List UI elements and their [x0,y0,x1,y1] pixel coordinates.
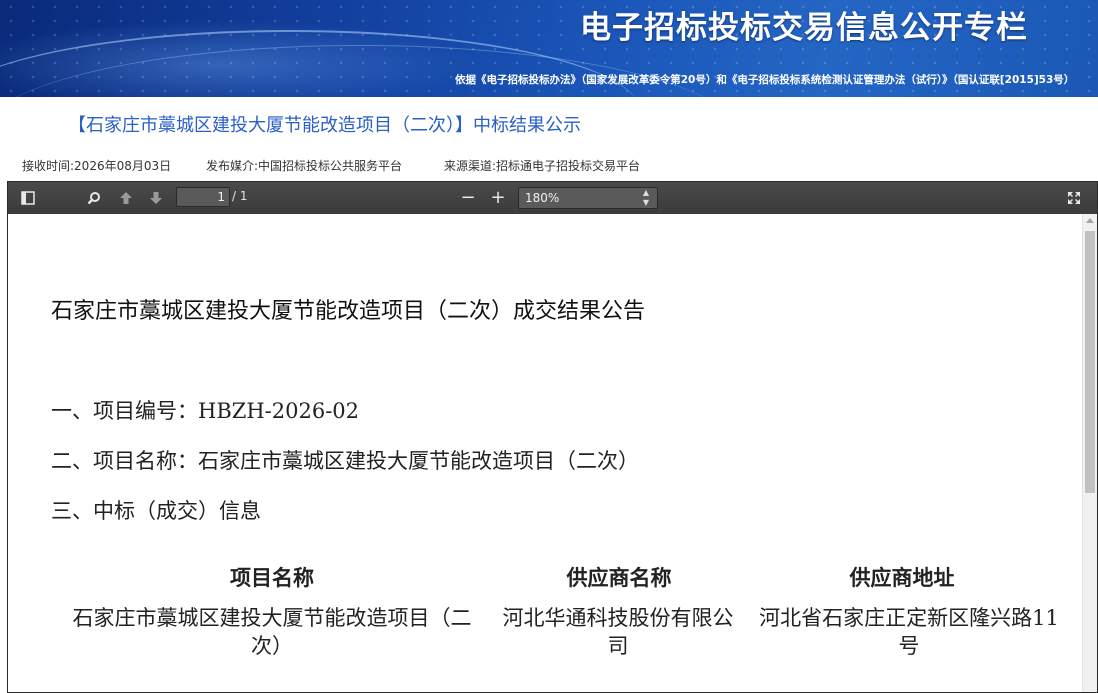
search-icon [87,192,100,205]
zoom-out-button[interactable]: − [454,186,482,210]
table-header-supplier: 供应商名称 [566,565,672,590]
vertical-scrollbar[interactable] [1082,214,1097,692]
previous-page-button[interactable] [112,186,140,210]
next-page-icon [150,192,162,204]
zoom-in-button[interactable]: + [484,186,512,210]
award-info-heading: 三、中标（成交）信息 [51,499,261,523]
sidebar-toggle-icon [21,191,35,205]
source-channel: 来源渠道:招标通电子招投标交易平台 [444,159,641,173]
banner-subtitle: 依据《电子招标投标办法》（国家发展改革委令第20号）和《电子招标投标系统检测认证… [455,74,1075,86]
table-header-address: 供应商地址 [849,565,955,590]
publish-media: 发布媒介:中国招标投标公共服务平台 [206,159,403,173]
zoom-in-icon: + [490,187,506,208]
fullscreen-button[interactable] [1060,186,1088,210]
header-banner: 电子招标投标交易信息公开专栏 依据《电子招标投标办法》（国家发展改革委令第20号… [0,0,1098,97]
notice-title: 【石家庄市藁城区建投大厦节能改造项目（二次）】中标结果公示 [68,115,581,136]
next-page-button[interactable] [142,186,170,210]
received-time: 接收时间:2026年08月03日 [22,159,172,173]
table-cell-supplier: 河北华通科技股份有限公司 [502,606,734,658]
table-cell-address: 河北省石家庄正定新区隆兴路11号 [759,606,1059,658]
search-button[interactable] [80,186,108,210]
sidebar-toggle-button[interactable] [14,186,42,210]
page-total-label: / 1 [232,189,248,203]
pdf-viewer: 1 / 1 − + 180% ▲ ▼ 石家庄市藁城区建投大厦节能改造项目（二次）成… [7,181,1098,693]
project-name: 二、项目名称：石家庄市藁城区建投大厦节能改造项目（二次） [51,449,639,473]
select-arrows-icon: ▲ ▼ [642,188,649,207]
table-header-project: 项目名称 [230,565,314,590]
zoom-out-icon: − [460,187,476,208]
scroll-up-icon[interactable] [1086,218,1094,223]
document-heading: 石家庄市藁城区建投大厦节能改造项目（二次）成交结果公告 [51,299,646,324]
table-cell-project: 石家庄市藁城区建投大厦节能改造项目（二次） [72,606,472,658]
zoom-select[interactable]: 180% ▲ ▼ [518,187,658,209]
scrollbar-thumb[interactable] [1085,231,1095,493]
banner-title: 电子招标投标交易信息公开专栏 [580,10,1028,46]
previous-page-icon [120,192,132,204]
pdf-toolbar: 1 / 1 − + 180% ▲ ▼ [8,182,1097,214]
project-number: 一、项目编号：HBZH-2026-02 [51,399,360,423]
page-number-input[interactable]: 1 [176,187,230,207]
pdf-page: 石家庄市藁城区建投大厦节能改造项目（二次）成交结果公告 一、项目编号：HBZH-… [8,214,1083,692]
fullscreen-icon [1068,192,1080,204]
zoom-value: 180% [525,191,560,205]
